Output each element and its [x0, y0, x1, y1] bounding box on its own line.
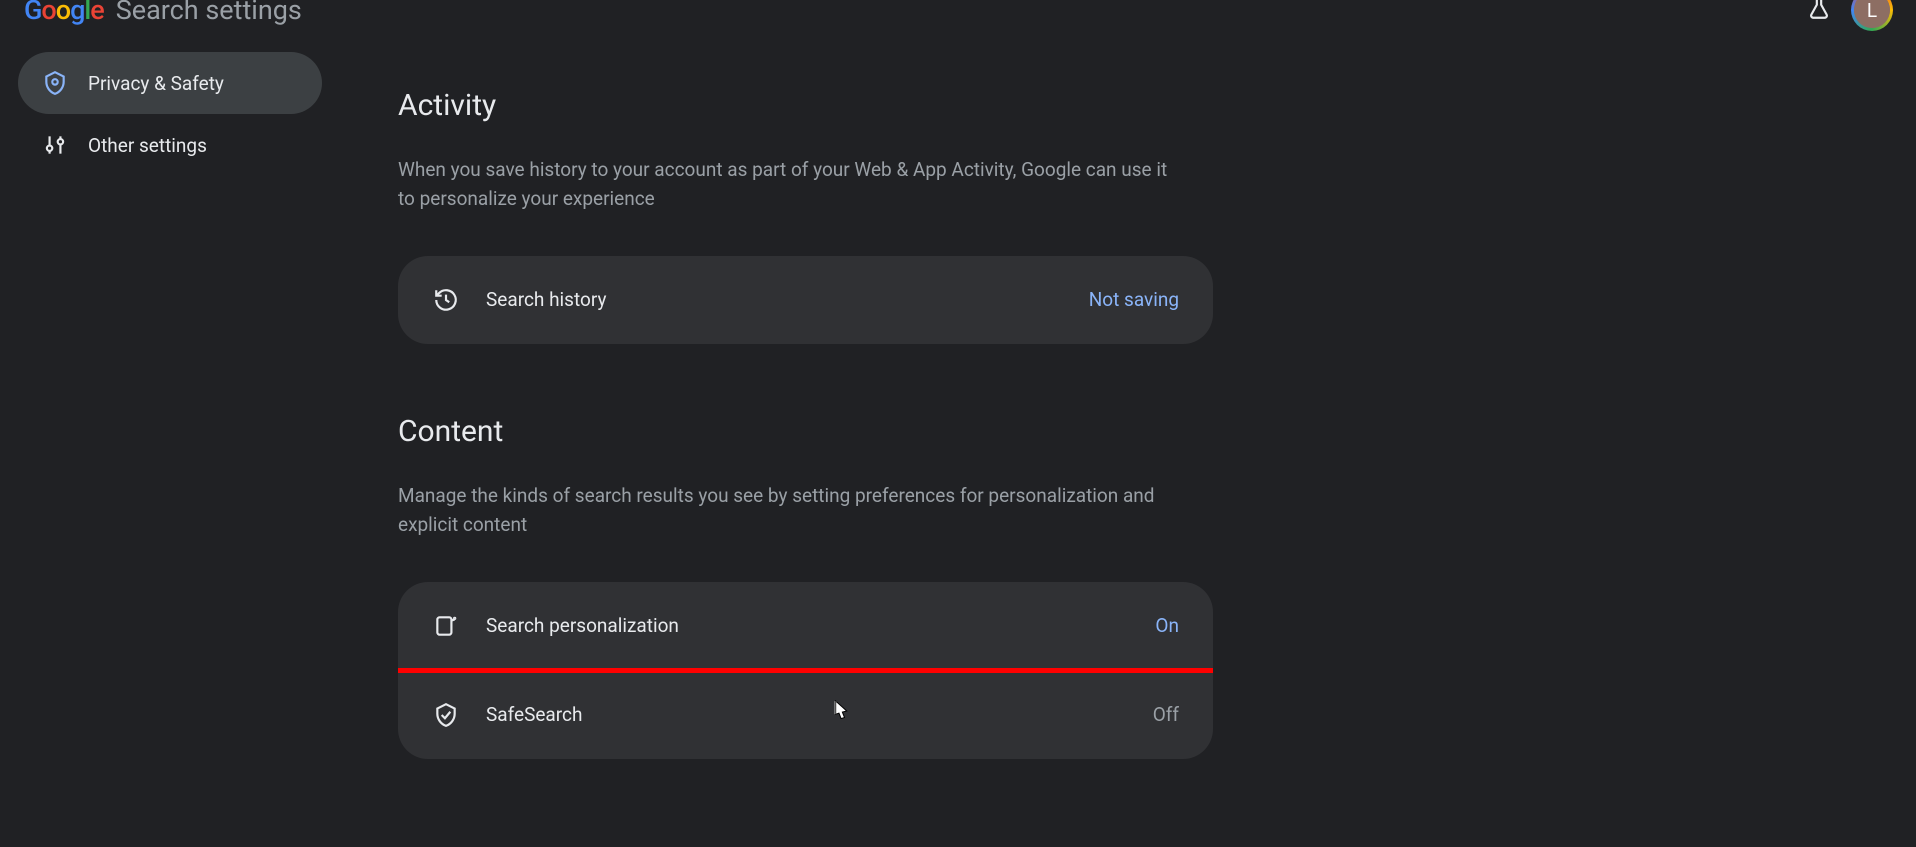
- card-group-activity: Search history Not saving: [398, 256, 1213, 344]
- card-group-content: Search personalization On SafeSearch Off: [398, 582, 1213, 759]
- row-label: Search history: [486, 288, 1089, 311]
- main-content: Activity When you save history to your a…: [358, 32, 1258, 847]
- avatar-letter: L: [1867, 0, 1877, 22]
- shield-icon: [42, 70, 68, 96]
- row-label: Search personalization: [486, 614, 1155, 637]
- row-status: Not saving: [1089, 288, 1179, 311]
- row-status: On: [1155, 614, 1179, 637]
- header-right: L: [1806, 0, 1892, 30]
- sidebar-item-other-settings[interactable]: Other settings: [18, 114, 322, 176]
- sidebar-item-label: Privacy & Safety: [88, 72, 224, 95]
- avatar[interactable]: L: [1852, 0, 1892, 30]
- section-desc-content: Manage the kinds of search results you s…: [398, 481, 1178, 540]
- personalization-icon: [432, 612, 460, 640]
- row-safesearch[interactable]: SafeSearch Off: [398, 670, 1213, 759]
- section-title-activity: Activity: [398, 88, 1218, 123]
- header: Google Search settings L: [0, 0, 1916, 32]
- row-search-personalization[interactable]: Search personalization On: [398, 582, 1213, 670]
- header-left: Google Search settings: [24, 0, 302, 26]
- row-search-history[interactable]: Search history Not saving: [398, 256, 1213, 344]
- labs-icon[interactable]: [1806, 0, 1832, 25]
- page-title: Search settings: [116, 0, 302, 26]
- section-title-content: Content: [398, 414, 1218, 449]
- google-logo[interactable]: Google: [24, 0, 104, 26]
- row-label: SafeSearch: [486, 703, 1153, 726]
- row-status: Off: [1153, 703, 1179, 726]
- sidebar: Privacy & Safety Other settings: [0, 32, 358, 847]
- sliders-icon: [42, 132, 68, 158]
- sidebar-item-privacy-safety[interactable]: Privacy & Safety: [18, 52, 322, 114]
- container: Privacy & Safety Other settings Activity…: [0, 32, 1916, 847]
- safesearch-shield-icon: [432, 701, 460, 729]
- section-desc-activity: When you save history to your account as…: [398, 155, 1178, 214]
- sidebar-item-label: Other settings: [88, 134, 207, 157]
- history-icon: [432, 286, 460, 314]
